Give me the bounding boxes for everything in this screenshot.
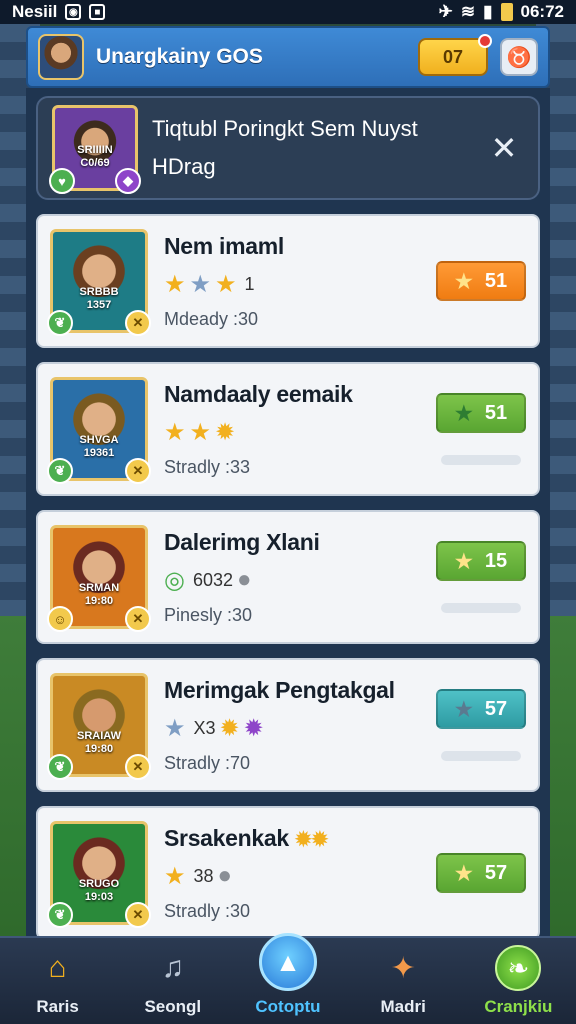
app-header: Unargkainy GOS 07 ♉: [26, 26, 550, 88]
nav-item-center[interactable]: ▲ Cotoptu: [238, 933, 338, 1017]
signal-icon: ▮: [483, 2, 493, 21]
profile-avatar[interactable]: [38, 34, 84, 80]
player-avatar: SRBBB 1357 ❦ ✕: [47, 229, 151, 336]
banner-text: Tiqtubl Poringkt Sem Nuyst HDrag: [152, 116, 418, 179]
heart-icon: ♥: [49, 168, 75, 194]
notification-icon: ■: [89, 4, 106, 20]
nav-item-last[interactable]: ❧ Cranjkiu: [468, 945, 568, 1017]
player-name: Namdaaly eemaik: [164, 380, 353, 407]
score-button[interactable]: ★ 51: [436, 393, 526, 433]
player-name: Merimgak Pengtakgal: [164, 676, 395, 703]
score-button[interactable]: ★ 57: [436, 689, 526, 729]
smile-icon: ☺: [47, 606, 73, 632]
nav-item-songs[interactable]: ♫ Seongl: [123, 945, 223, 1017]
items-icon: ✦: [390, 951, 416, 985]
leaf-icon: ❦: [47, 458, 73, 484]
player-list[interactable]: SRIIIIN C0/69 ♥ ◆ Tiqtubl Poringkt Sem N…: [26, 88, 550, 936]
player-status: Stradly :30: [164, 900, 251, 921]
badge-icon: ✹: [219, 714, 240, 742]
status-carrier: Nesiil: [12, 2, 58, 21]
gem-icon: ✹: [243, 714, 264, 742]
star-rating: ★ 38 ●: [164, 862, 233, 890]
star-icon: ★: [164, 270, 186, 298]
player-status: Stradly :33: [164, 456, 251, 477]
player-status: Stradly :70: [164, 752, 251, 773]
app-title: Unargkainy GOS: [96, 45, 263, 68]
player-avatar: SRMAN 19:80 ☺ ✕: [47, 525, 151, 632]
nav-item-home[interactable]: ⌂ Raris: [8, 945, 108, 1017]
star-icon: ★: [164, 418, 186, 446]
list-item[interactable]: SRBBB 1357 ❦ ✕ Nem imaml ★ ★ ★ 1 Mdeady …: [36, 214, 540, 348]
star-rating: ★ ★ ★ 1: [164, 270, 255, 298]
coin-stack-icon: ●: [217, 862, 233, 889]
star-icon: ★: [164, 714, 186, 742]
close-icon[interactable]: ✕: [484, 129, 524, 167]
progress-bar: [441, 455, 521, 465]
nfc-icon: ✈: [438, 2, 453, 21]
score-button[interactable]: ★ 15: [436, 541, 526, 581]
list-item[interactable]: SRMAN 19:80 ☺ ✕ Dalerimg Xlani ◎ 6032 ● …: [36, 510, 540, 644]
crossed-swords-icon: ✕: [125, 458, 151, 484]
coin-icon: ◎: [164, 566, 185, 594]
gem-icon: ◆: [115, 168, 141, 194]
star-icon: ★: [454, 862, 473, 885]
player-status: Pinesly :30: [164, 604, 253, 625]
leaf-icon: ❦: [47, 902, 73, 928]
badge-icon: ✹✹: [294, 828, 328, 851]
status-bar: Nesiil ◉ ■ ✈ ≋ ▮ 06:72: [0, 0, 576, 24]
star-icon: ★: [189, 270, 212, 298]
crossed-swords-icon: ✕: [125, 310, 151, 336]
star-icon: ★: [164, 862, 186, 890]
star-icon: ★: [454, 550, 473, 573]
star-icon: ★: [189, 418, 212, 446]
coin-stack-icon: ●: [237, 566, 252, 593]
leaf-icon: ❧: [495, 945, 542, 991]
crossed-swords-icon: ✕: [125, 754, 151, 780]
star-icon: ★: [454, 270, 473, 293]
coin-badge[interactable]: 07: [418, 34, 492, 76]
score-button[interactable]: ★ 51: [436, 261, 526, 301]
star-rating: ◎ 6032 ●: [164, 566, 252, 594]
promo-banner[interactable]: SRIIIIN C0/69 ♥ ◆ Tiqtubl Poringkt Sem N…: [36, 96, 540, 200]
battery-icon: [500, 3, 513, 21]
player-name: Nem imaml: [164, 232, 285, 259]
banner-avatar: SRIIIIN C0/69 ♥ ◆: [49, 105, 141, 194]
list-item[interactable]: SRUGO 19:03 ❦ ✕ Srsakenkak ✹✹ ★ 38 ● Str…: [36, 806, 540, 936]
player-avatar: SHVGA 19361 ❦ ✕: [47, 377, 151, 484]
crossed-swords-icon: ✕: [125, 902, 151, 928]
home-icon: ⌂: [48, 951, 67, 984]
notification-icon: ◉: [65, 4, 82, 20]
player-status: Mdeady :30: [164, 308, 259, 329]
leaf-icon: ❦: [47, 310, 73, 336]
status-time: 06:72: [520, 2, 564, 21]
star-icon: ★: [454, 402, 473, 425]
star-icon: ★: [215, 270, 237, 298]
nav-item-items[interactable]: ✦ Madri: [353, 945, 453, 1017]
hat-icon: ▲: [258, 933, 317, 991]
notification-dot-icon: [478, 34, 492, 48]
star-icon: ★: [454, 698, 473, 721]
star-rating: ★ ★ ✹: [164, 418, 420, 447]
badge-icon: ✹: [215, 418, 236, 446]
bottom-nav: ⌂ Raris ♫ Seongl ▲ Cotoptu ✦ Madri ❧ Cra…: [0, 933, 576, 1024]
progress-bar: [441, 603, 521, 613]
player-name: Srsakenkak ✹✹: [164, 824, 328, 851]
wifi-icon: ≋: [460, 2, 476, 21]
progress-bar: [441, 751, 521, 761]
avatar-caption: SRIIIIN C0/69: [77, 144, 113, 169]
star-rating: ★ X3 ✹ ✹: [164, 714, 264, 742]
player-name: Dalerimg Xlani: [164, 528, 320, 555]
leaf-icon: ❦: [47, 754, 73, 780]
music-icon: ♫: [161, 951, 185, 984]
crossed-swords-icon: ✕: [125, 606, 151, 632]
settings-button[interactable]: ♉: [500, 38, 538, 76]
score-button[interactable]: ★ 57: [436, 853, 526, 893]
list-item[interactable]: SRAIAW 19:80 ❦ ✕ Merimgak Pengtakgal ★ X…: [36, 658, 540, 792]
coin-count: 07: [442, 46, 464, 67]
player-avatar: SRAIAW 19:80 ❦ ✕: [47, 673, 151, 780]
gear-icon: ♉: [506, 46, 532, 69]
player-avatar: SRUGO 19:03 ❦ ✕: [47, 821, 151, 928]
list-item[interactable]: SHVGA 19361 ❦ ✕ Namdaaly eemaik ★ ★ ✹ St…: [36, 362, 540, 496]
